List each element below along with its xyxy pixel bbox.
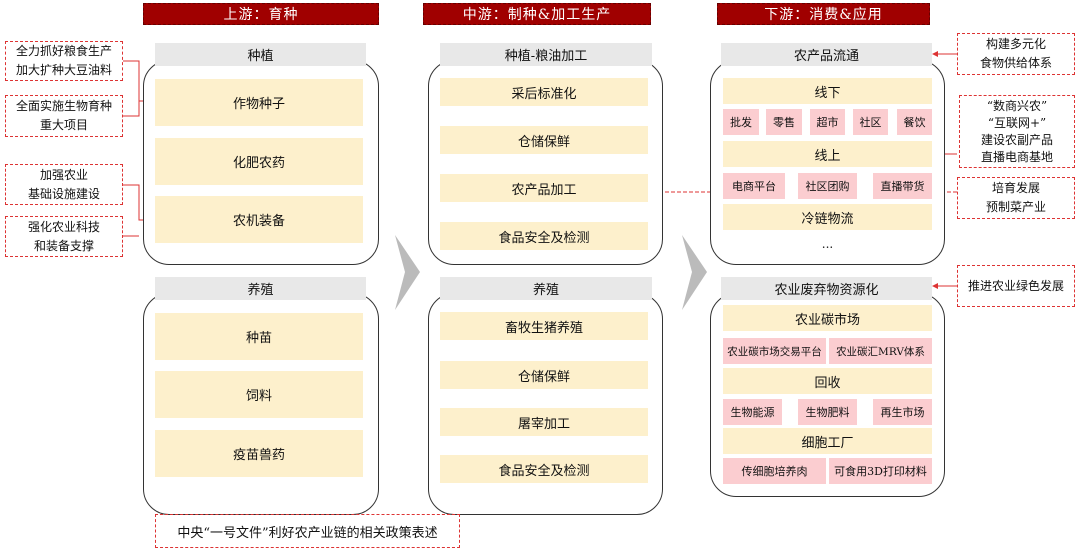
sub-item: 直播带货 <box>873 173 932 199</box>
sub-item: 再生市场 <box>873 399 932 425</box>
flow-arrow-2 <box>682 235 707 310</box>
item: 化肥农药 <box>155 138 363 185</box>
policy-callout: “数商兴农” “互联网+” 建设农副产品 直播电商基地 <box>959 95 1075 168</box>
callout-line: 建设农副产品 <box>980 132 1053 147</box>
callout-line: 和装备支撑 <box>33 238 94 253</box>
sub-item: 电商平台 <box>723 173 785 199</box>
item: 仓储保鲜 <box>440 361 648 389</box>
item: 疫苗兽药 <box>155 430 363 477</box>
cell-factory: 细胞工厂 <box>723 428 932 454</box>
down-circulation-title: 农产品流通 <box>721 43 932 66</box>
policy-callout: 构建多元化食物供给体系 <box>957 33 1075 75</box>
item: 作物种子 <box>155 79 363 126</box>
callout-line: 强化农业科技 <box>27 219 100 234</box>
callout-line: 直播电商基地 <box>980 149 1053 164</box>
policy-callout: 强化农业科技 和装备支撑 <box>5 216 123 257</box>
item: 屠宰加工 <box>440 408 648 436</box>
online: 线上 <box>723 141 932 167</box>
item: 食品安全及检测 <box>440 455 648 483</box>
policy-callout: 全面实施生物育种 重大项目 <box>5 95 123 137</box>
stage-midstream: 中游：制种&加工生产 <box>423 3 651 25</box>
cold-chain: 冷链物流 <box>723 204 932 230</box>
callout-line: 基础设施建设 <box>27 186 100 201</box>
stage-upstream: 上游：育种 <box>143 3 379 25</box>
recycle: 回收 <box>723 368 932 394</box>
mid-breeding-title: 养殖 <box>440 277 652 300</box>
down-waste-title: 农业废弃物资源化 <box>721 277 932 300</box>
callout-line: 全面实施生物育种 <box>15 99 112 113</box>
callout-line: “数商兴农” <box>986 98 1048 113</box>
policy-callout: 全力抓好粮食生产 加大扩种大豆油料 <box>5 41 123 81</box>
sub-item: 农业碳汇MRV体系 <box>829 338 932 364</box>
policy-callout: 加强农业基础设施建设 <box>5 164 123 205</box>
callout-line: 加强农业 <box>39 167 88 182</box>
item: 畜牧生猪养殖 <box>440 312 648 340</box>
up-planting-title: 种植 <box>155 43 366 66</box>
sub-item: 社区 <box>853 109 888 135</box>
sub-item: 可食用3D打印材料 <box>829 458 932 484</box>
carbon-market: 农业碳市场 <box>723 305 932 331</box>
callout-line: 推进农业绿色发展 <box>967 278 1064 293</box>
more-ellipsis: ... <box>821 237 834 251</box>
sub-item: 餐饮 <box>897 109 932 135</box>
item: 农产品加工 <box>440 174 648 202</box>
sub-item: 社区团购 <box>798 173 857 199</box>
sub-item: 农业碳市场交易平台 <box>723 338 826 364</box>
sub-item: 传细胞培养肉 <box>723 458 826 484</box>
policy-callout: 培育发展 预制菜产业 <box>957 177 1075 219</box>
sub-item: 批发 <box>723 109 759 135</box>
callout-line: 预制菜产业 <box>985 200 1046 214</box>
item: 种苗 <box>155 313 363 360</box>
callout-line: “互联网+” <box>987 115 1047 130</box>
stage-downstream: 下游：消费&应用 <box>717 3 930 25</box>
offline: 线下 <box>723 78 932 104</box>
item: 仓储保鲜 <box>440 126 648 154</box>
callout-line: 加大扩种大豆油料 <box>15 63 112 77</box>
flow-arrow-1 <box>395 235 420 310</box>
policy-callout: 推进农业绿色发展 <box>957 265 1075 307</box>
sub-item: 零售 <box>766 109 802 135</box>
callout-line: 全力抓好粮食生产 <box>15 44 112 58</box>
sub-item: 生物能源 <box>723 399 782 425</box>
sub-item: 超市 <box>810 109 845 135</box>
callout-line: 构建多元化 <box>985 37 1046 51</box>
legend-note: 中央“一号文件”利好农产业链的相关政策表述 <box>155 514 460 548</box>
item: 采后标准化 <box>440 78 648 106</box>
sub-item: 生物肥料 <box>798 399 857 425</box>
callout-line: 食物供给体系 <box>979 56 1052 70</box>
callout-line: 重大项目 <box>39 118 88 132</box>
item: 农机装备 <box>155 196 363 243</box>
item: 饲料 <box>155 371 363 418</box>
mid-planting-title: 种植-粮油加工 <box>440 43 652 66</box>
up-breeding-title: 养殖 <box>155 277 366 300</box>
item: 食品安全及检测 <box>440 222 648 250</box>
callout-line: 培育发展 <box>991 181 1040 195</box>
